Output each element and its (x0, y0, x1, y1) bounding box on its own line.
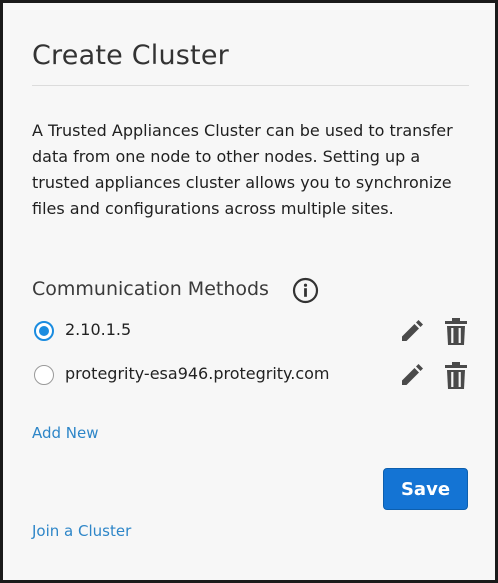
pencil-icon[interactable] (398, 319, 424, 345)
create-cluster-dialog: Create Cluster A Trusted Appliances Clus… (0, 0, 498, 583)
add-new-link[interactable]: Add New (32, 424, 99, 442)
save-button[interactable]: Save (383, 468, 468, 510)
method-radio[interactable] (34, 365, 54, 385)
communication-methods-heading: Communication Methods (32, 278, 269, 300)
dialog-description: A Trusted Appliances Cluster can be used… (32, 121, 453, 218)
dialog-title: Create Cluster (32, 40, 229, 71)
title-divider (32, 85, 469, 86)
join-cluster-link[interactable]: Join a Cluster (32, 522, 131, 540)
pencil-icon[interactable] (398, 363, 424, 389)
trash-icon[interactable] (443, 318, 469, 346)
method-label: 2.10.1.5 (65, 320, 132, 339)
communication-method-row: 2.10.1.5 (32, 318, 472, 346)
method-radio-selected[interactable] (34, 321, 54, 341)
trash-icon[interactable] (443, 362, 469, 390)
info-icon[interactable] (292, 277, 319, 304)
method-label: protegrity-esa946.protegrity.com (65, 364, 330, 383)
communication-method-row: protegrity-esa946.protegrity.com (32, 362, 472, 390)
